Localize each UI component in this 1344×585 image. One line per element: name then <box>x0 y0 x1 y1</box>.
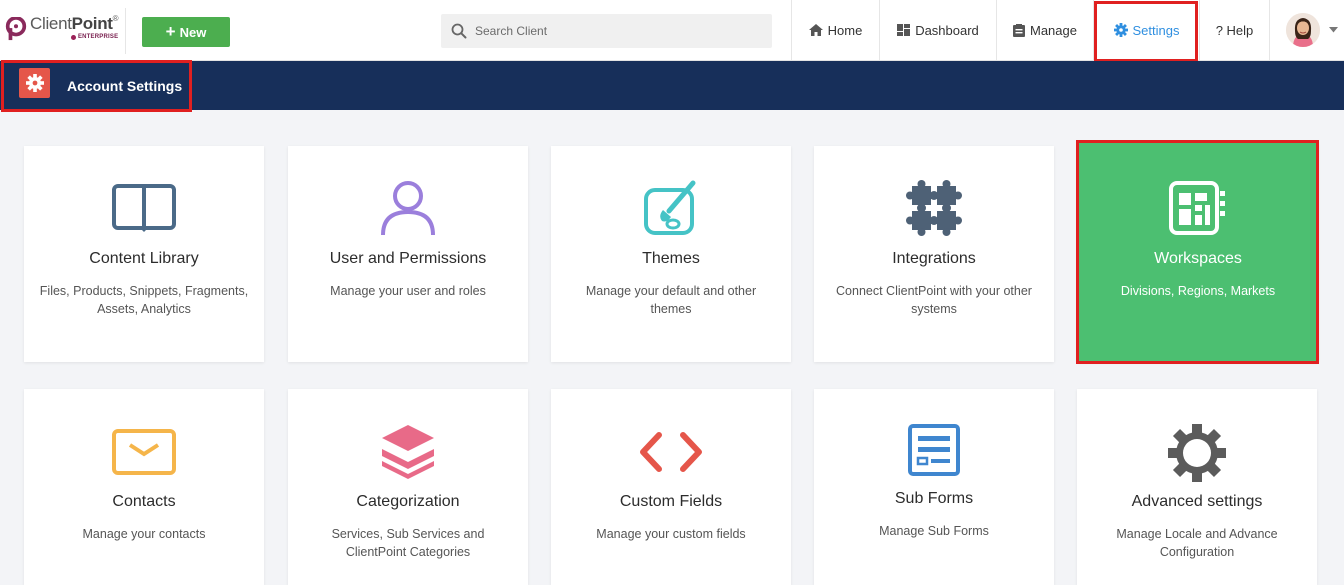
enterprise-dot-icon <box>70 34 76 40</box>
card-description: Manage your contacts <box>82 527 206 541</box>
card-advanced-settings[interactable]: Advanced settings Manage Locale and Adva… <box>1077 389 1317 585</box>
nav-help[interactable]: ? Help <box>1199 0 1269 60</box>
clientpoint-logo-mark-icon <box>5 17 27 41</box>
chevron-down-icon <box>1329 27 1338 33</box>
card-title: Sub Forms <box>894 490 974 507</box>
nav-dashboard[interactable]: Dashboard <box>879 0 996 60</box>
workspace-grid-icon <box>1169 181 1225 235</box>
logo-wordmark: ClientPoint® <box>30 14 119 33</box>
page-title: Account Settings <box>67 78 183 94</box>
card-description: Manage your user and roles <box>330 284 486 298</box>
card-description: Divisions, Regions, Markets <box>1120 284 1276 298</box>
card-description: Manage your custom fields <box>596 527 746 541</box>
puzzle-icon <box>906 180 962 236</box>
card-title: Themes <box>642 250 700 267</box>
card-description: Connect ClientPoint with your other syst… <box>836 284 1032 316</box>
card-title: Content Library <box>89 250 199 267</box>
palette-brush-icon <box>644 180 696 235</box>
card-title: Custom Fields <box>619 493 723 510</box>
gear-icon <box>1113 23 1128 37</box>
cog-icon <box>1168 424 1226 482</box>
top-bar: ClientPoint® ENTERPRISE + New Home Dashb… <box>0 0 1344 62</box>
card-workspaces[interactable]: Workspaces Divisions, Regions, Markets <box>1078 143 1318 362</box>
envelope-icon <box>112 429 176 475</box>
form-icon <box>908 424 960 476</box>
user-icon <box>381 181 435 236</box>
card-description: Manage your default and other themes <box>585 284 757 316</box>
nav-settings[interactable]: Settings <box>1093 0 1199 60</box>
avatar-image-icon <box>1286 13 1320 47</box>
nav-home[interactable]: Home <box>791 0 879 60</box>
card-title: Workspaces <box>1154 250 1242 267</box>
account-settings-header: Account Settings <box>0 61 1344 110</box>
card-sub-forms[interactable]: Sub Forms Manage Sub Forms <box>814 389 1054 585</box>
card-custom-fields[interactable]: Custom Fields Manage your custom fields <box>551 389 791 585</box>
card-content-library[interactable]: Content Library Files, Products, Snippet… <box>24 146 264 362</box>
open-book-icon <box>112 184 176 232</box>
card-categorization[interactable]: Categorization Services, Sub Services an… <box>288 389 528 585</box>
search-input[interactable] <box>475 24 745 38</box>
card-title: User and Permissions <box>329 250 487 267</box>
logo-subtitle: ENTERPRISE <box>30 34 118 40</box>
nav-manage[interactable]: Manage <box>996 0 1093 60</box>
card-description: Files, Products, Snippets, Fragments, As… <box>39 284 249 316</box>
plus-icon: + <box>165 21 176 41</box>
card-title: Categorization <box>356 493 460 510</box>
card-user-permissions[interactable]: User and Permissions Manage your user an… <box>288 146 528 362</box>
home-icon <box>808 24 823 36</box>
card-title: Advanced settings <box>1131 493 1263 510</box>
card-themes[interactable]: Themes Manage your default and other the… <box>551 146 791 362</box>
clipboard-icon <box>1013 23 1025 37</box>
card-description: Services, Sub Services and ClientPoint C… <box>331 527 485 559</box>
layers-icon <box>382 425 434 479</box>
card-title: Integrations <box>892 250 976 267</box>
search-box <box>441 14 772 48</box>
clientpoint-logo[interactable]: ClientPoint® ENTERPRISE <box>5 14 119 49</box>
card-contacts[interactable]: Contacts Manage your contacts <box>24 389 264 585</box>
search-icon <box>451 23 467 39</box>
settings-gear-badge <box>19 68 50 98</box>
divider <box>125 8 126 54</box>
user-menu[interactable] <box>1269 0 1344 60</box>
gear-icon <box>25 74 44 92</box>
card-title: Contacts <box>112 493 176 510</box>
card-integrations[interactable]: Integrations Connect ClientPoint with yo… <box>814 146 1054 362</box>
card-description: Manage Sub Forms <box>879 524 989 538</box>
card-description: Manage Locale and Advance Configuration <box>1116 527 1278 559</box>
dashboard-icon <box>897 24 911 36</box>
new-button[interactable]: + New <box>142 17 230 47</box>
avatar <box>1286 13 1320 47</box>
code-brackets-icon <box>640 432 702 472</box>
